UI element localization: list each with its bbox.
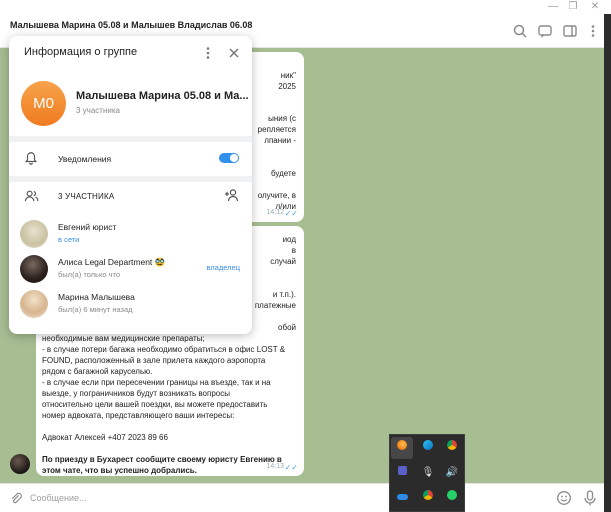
message-line: выезде, у пограничников будут возникать … bbox=[42, 389, 230, 398]
message-line: рядом с багажной каруселью. bbox=[42, 367, 153, 376]
notifications-toggle[interactable] bbox=[219, 153, 239, 163]
message-line: Адвокат Алексей +407 2023 89 66 bbox=[42, 433, 168, 442]
more-vertical-icon[interactable] bbox=[585, 23, 601, 39]
divider bbox=[9, 176, 252, 182]
video-chat-icon[interactable] bbox=[537, 23, 553, 39]
read-check-icon: ✓✓ bbox=[284, 209, 298, 218]
message-text: 2025 bbox=[278, 82, 296, 91]
search-icon[interactable] bbox=[512, 23, 528, 39]
emoji-icon[interactable] bbox=[556, 490, 572, 506]
window-titlebar: — ❐ ✕ bbox=[0, 0, 611, 14]
member-avatar bbox=[20, 290, 48, 318]
members-icon bbox=[24, 190, 39, 202]
chat-title[interactable]: Малышева Марина 05.08 и Малышев Владисла… bbox=[10, 20, 252, 30]
teams-icon[interactable] bbox=[391, 462, 413, 484]
message-text: ник" bbox=[280, 71, 296, 80]
member-row[interactable]: Евгений юрист в сети bbox=[9, 218, 252, 250]
attach-icon[interactable] bbox=[9, 491, 23, 505]
member-row[interactable]: Марина Малышева был(а) 6 минут назад bbox=[9, 288, 252, 320]
message-line-bold: этом чате, что вы успешно добрались. bbox=[42, 466, 197, 475]
message-text: случай bbox=[270, 257, 296, 266]
member-name: Алиса Legal Department 🥸 bbox=[58, 257, 166, 267]
close-window-icon[interactable]: ✕ bbox=[589, 1, 601, 13]
notifications-label: Уведомления bbox=[58, 154, 112, 164]
member-avatar bbox=[20, 220, 48, 248]
add-member-icon[interactable] bbox=[224, 188, 240, 203]
group-avatar[interactable]: М0 bbox=[21, 81, 66, 126]
group-name: Малышева Марина 05.08 и Ма... bbox=[76, 90, 249, 102]
message-body: необходимые вам медицинские препараты; -… bbox=[42, 333, 298, 476]
message-line bbox=[42, 443, 298, 454]
chrome-notify-icon[interactable] bbox=[441, 437, 463, 459]
member-count: 3 участника bbox=[76, 106, 120, 115]
message-line: FOUND, расположенный в зале прилета кажд… bbox=[42, 356, 266, 365]
message-text: лпании - bbox=[264, 136, 296, 145]
system-tray-flyout: 🎙 🔊 bbox=[389, 434, 465, 512]
read-check-icon: ✓✓ bbox=[284, 463, 298, 472]
message-line: номер адвоката, представляющего ваши инт… bbox=[42, 411, 235, 420]
message-line-bold: По приезду в Бухарест сообщите своему юр… bbox=[42, 455, 282, 464]
member-name: Марина Малышева bbox=[58, 292, 135, 302]
owner-badge: владелец bbox=[206, 263, 240, 272]
microphone-icon[interactable] bbox=[583, 490, 597, 506]
member-status: был(а) 6 минут назад bbox=[58, 305, 133, 314]
message-time: 14:13 bbox=[266, 463, 284, 470]
message-line: - в случае если при пересечении границы … bbox=[42, 378, 271, 387]
message-text: в bbox=[291, 246, 296, 255]
toggle-knob bbox=[230, 154, 238, 162]
member-status: был(а) только что bbox=[58, 270, 121, 279]
window-edge bbox=[604, 14, 611, 512]
member-avatar bbox=[20, 255, 48, 283]
message-text: иод bbox=[282, 235, 296, 244]
message-line bbox=[42, 421, 298, 432]
message-text: платежные bbox=[254, 301, 296, 310]
member-row[interactable]: Алиса Legal Department 🥸 был(а) только ч… bbox=[9, 253, 252, 285]
message-text: олучите, в bbox=[257, 191, 296, 200]
volume-icon[interactable]: 🔊 bbox=[441, 462, 463, 484]
chrome-icon[interactable] bbox=[417, 487, 439, 509]
edge-icon[interactable] bbox=[417, 437, 439, 459]
firefox-icon[interactable] bbox=[391, 437, 413, 459]
bell-icon bbox=[25, 152, 37, 165]
panel-title: Информация о группе bbox=[24, 46, 138, 58]
message-text: ыния (с bbox=[268, 114, 296, 123]
sender-avatar[interactable] bbox=[10, 454, 30, 474]
message-composer bbox=[0, 483, 604, 512]
microphone-icon[interactable]: 🎙 bbox=[417, 462, 439, 484]
more-vertical-icon[interactable] bbox=[201, 45, 215, 61]
onedrive-icon[interactable] bbox=[391, 487, 413, 509]
message-input[interactable] bbox=[30, 490, 380, 506]
member-status: в сети bbox=[58, 235, 80, 244]
member-name: Евгений юрист bbox=[58, 222, 117, 232]
members-header: 3 УЧАСТНИКА bbox=[58, 192, 115, 201]
message-line: необходимые вам медицинские препараты; bbox=[42, 334, 205, 343]
message-text: обой bbox=[278, 323, 296, 332]
message-time: 14:12 bbox=[266, 209, 284, 216]
message-text: репляется bbox=[257, 125, 296, 134]
notifications-row[interactable] bbox=[9, 142, 252, 176]
restore-icon[interactable]: ❐ bbox=[567, 1, 579, 13]
message-line: - в случае потери багажа необходимо обра… bbox=[42, 345, 286, 354]
message-text: и т.п.). bbox=[272, 290, 296, 299]
message-line: относительно цели вашей поездки, вы може… bbox=[42, 400, 268, 409]
message-text: будете bbox=[270, 169, 296, 178]
whatsapp-icon[interactable] bbox=[441, 487, 463, 509]
group-info-panel: Информация о группе М0 Малышева Марина 0… bbox=[9, 36, 252, 334]
close-icon[interactable] bbox=[226, 45, 242, 61]
sidebar-toggle-icon[interactable] bbox=[562, 23, 578, 39]
minimize-icon[interactable]: — bbox=[547, 1, 559, 13]
